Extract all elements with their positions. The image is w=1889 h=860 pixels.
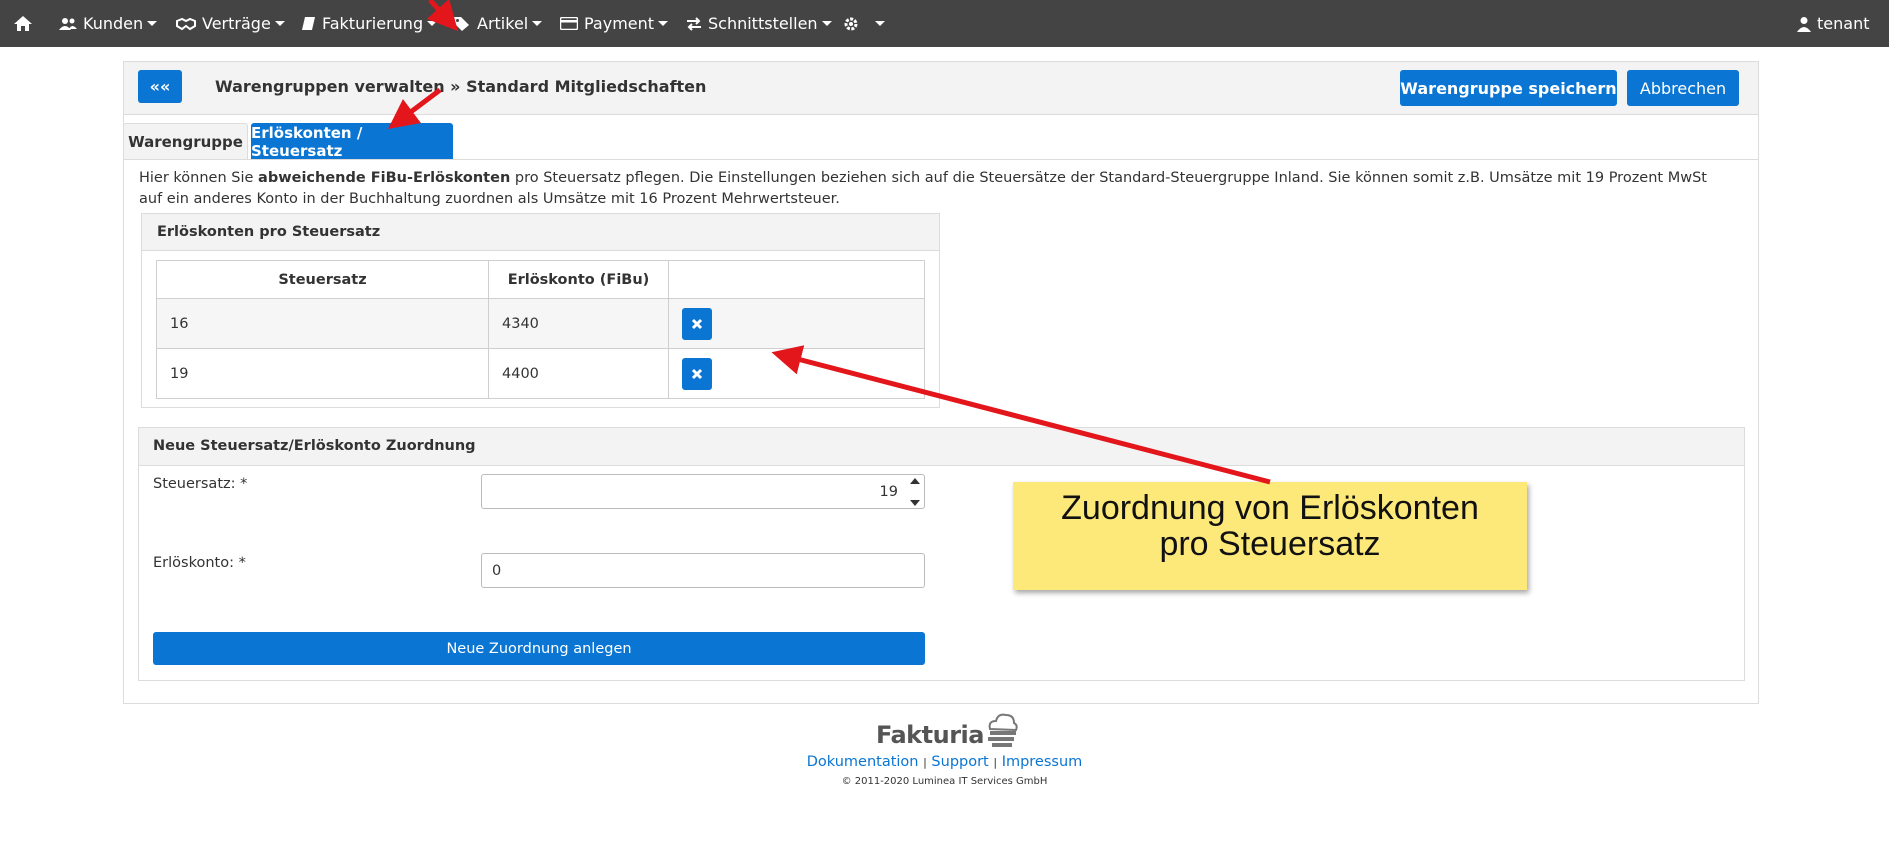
account-label: Erlöskonto: * <box>153 555 246 571</box>
footer-link-documentation[interactable]: Dokumentation <box>807 754 919 770</box>
nav-vertraege[interactable]: Verträge <box>176 0 285 47</box>
caret-down-icon[interactable] <box>910 500 920 506</box>
footer-separator: | <box>923 756 927 769</box>
table-header-row: Steuersatz Erlöskonto (FiBu) <box>156 260 925 299</box>
action-cell <box>668 298 925 349</box>
fakturia-logo: Fakturia <box>876 709 1018 749</box>
delete-button[interactable] <box>682 307 712 340</box>
nav-label: Verträge <box>202 14 271 33</box>
caret-up-icon[interactable] <box>910 478 920 484</box>
table-row: 16 4340 <box>156 298 925 349</box>
save-button[interactable]: Warengruppe speichern <box>1400 70 1617 106</box>
rate-value: 19 <box>879 483 898 500</box>
column-header: Erlöskonto (FiBu) <box>488 260 669 299</box>
account-cell: 4340 <box>488 298 669 349</box>
logo-cloud-icon <box>987 713 1018 747</box>
rate-label: Steuersatz: * <box>153 476 248 492</box>
cancel-button[interactable]: Abbrechen <box>1627 70 1739 106</box>
delete-button[interactable] <box>682 357 712 390</box>
action-cell <box>668 348 925 399</box>
chevron-down-icon <box>821 21 832 26</box>
users-icon <box>59 17 77 30</box>
nav-label: Payment <box>584 14 655 33</box>
annotation-callout: Zuordnung von Erlöskonten pro Steuersatz <box>1013 482 1527 590</box>
footer-link-support[interactable]: Support <box>931 754 988 770</box>
rate-cell: 19 <box>156 348 489 399</box>
book-icon <box>302 17 315 30</box>
accounts-panel-title: Erlöskonten pro Steuersatz <box>141 213 940 251</box>
chevron-down-icon <box>147 21 158 26</box>
nav-label: Fakturierung <box>322 14 424 33</box>
rate-stepper[interactable]: 19 <box>481 474 925 509</box>
top-navbar: Kunden Verträge Fakturierung Artikel Pay… <box>0 0 1889 47</box>
tags-icon <box>454 17 469 31</box>
user-icon <box>1797 16 1811 32</box>
gear-icon <box>844 17 858 30</box>
account-value: 0 <box>492 562 502 579</box>
home-icon <box>14 16 32 31</box>
tab-warengruppe[interactable]: Warengruppe <box>123 123 248 160</box>
chevron-down-icon <box>658 21 669 26</box>
credit-card-icon <box>560 17 578 30</box>
nav-artikel[interactable]: Artikel <box>453 0 543 47</box>
nav-label: Artikel <box>477 14 529 33</box>
chevron-down-icon <box>427 21 438 26</box>
annotation-line-2: pro Steuersatz <box>1159 525 1381 563</box>
table-row: 19 4400 <box>156 348 925 399</box>
handshake-icon <box>176 17 196 30</box>
create-mapping-button[interactable]: Neue Zuordnung anlegen <box>153 632 925 665</box>
logo-text: Fakturia <box>876 721 984 749</box>
account-cell: 4400 <box>488 348 669 399</box>
nav-fakturierung[interactable]: Fakturierung <box>301 0 438 47</box>
column-header <box>668 260 925 299</box>
nav-schnittstellen[interactable]: Schnittstellen <box>686 0 832 47</box>
rate-cell: 16 <box>156 298 489 349</box>
back-button[interactable]: «« <box>138 70 182 103</box>
nav-kunden[interactable]: Kunden <box>59 0 158 47</box>
new-mapping-title: Neue Steuersatz/Erlöskonto Zuordnung <box>138 427 1745 466</box>
intro-bold: abweichende FiBu-Erlöskonten <box>258 170 511 186</box>
nav-user[interactable]: tenant <box>1797 0 1869 47</box>
nav-home[interactable] <box>13 0 39 47</box>
account-field[interactable]: 0 <box>481 553 925 588</box>
nav-payment[interactable]: Payment <box>560 0 669 47</box>
nav-label: Schnittstellen <box>708 14 818 33</box>
user-name: tenant <box>1817 14 1870 33</box>
footer-separator: | <box>993 756 998 769</box>
chevron-down-icon <box>532 21 543 26</box>
accounts-table: Steuersatz Erlöskonto (FiBu) 16 4340 19 … <box>156 260 925 399</box>
tab-erloeskonten[interactable]: Erlöskonten / Steuersatz <box>251 123 453 160</box>
close-icon <box>691 318 703 329</box>
stepper-arrows[interactable] <box>909 478 921 506</box>
copyright: © 2011-2020 Luminea IT Services GmbH <box>841 776 1048 787</box>
close-icon <box>691 368 703 379</box>
nav-settings[interactable] <box>843 0 885 47</box>
intro-pre: Hier können Sie <box>139 170 259 186</box>
annotation-line-1: Zuordnung von Erlöskonten <box>1061 489 1479 527</box>
intro-text: Hier können Sie abweichende FiBu-Erlösko… <box>139 168 1729 210</box>
chevron-down-icon <box>274 21 285 26</box>
footer-links: Dokumentation | Support | Impressum <box>0 754 1889 770</box>
tab-divider <box>123 159 1759 160</box>
chevron-down-icon <box>875 21 885 26</box>
column-header: Steuersatz <box>156 260 489 299</box>
exchange-icon <box>687 16 701 31</box>
page-title: Warengruppen verwalten » Standard Mitgli… <box>215 77 707 96</box>
footer-link-impressum[interactable]: Impressum <box>1002 754 1083 770</box>
nav-label: Kunden <box>83 14 144 33</box>
